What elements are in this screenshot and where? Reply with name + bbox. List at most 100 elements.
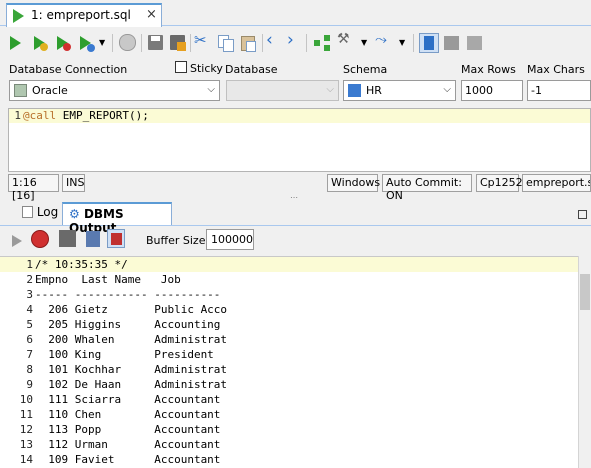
editor-tab-strip: 1: empreport.sql × bbox=[0, 0, 591, 27]
cut-icon[interactable]: ✂ bbox=[194, 31, 214, 51]
editor-tab-title: 1: empreport.sql bbox=[31, 8, 131, 22]
log-icon bbox=[22, 206, 33, 218]
dbms-output-icon[interactable] bbox=[419, 33, 439, 53]
tab-log[interactable]: Log bbox=[16, 202, 64, 225]
stop-icon[interactable] bbox=[118, 33, 138, 53]
sql-code[interactable]: @call EMP_REPORT(); bbox=[23, 109, 149, 123]
chevron-down-icon: ⌵ bbox=[207, 84, 215, 95]
output-line-number: 7 bbox=[26, 348, 33, 361]
max-rows-value: 1000 bbox=[465, 84, 493, 97]
database-icon bbox=[14, 84, 27, 97]
scrollbar-thumb[interactable] bbox=[580, 274, 590, 310]
run-menu-icon[interactable] bbox=[76, 33, 96, 53]
output-line: 11 110 Chen Accountant bbox=[0, 407, 578, 422]
copy-icon[interactable] bbox=[216, 33, 236, 53]
sql-editor[interactable]: 1 @call EMP_REPORT(); bbox=[8, 108, 591, 172]
output-line-number: 6 bbox=[26, 333, 33, 346]
debug-icon[interactable] bbox=[53, 33, 73, 53]
output-line: 12 113 Popp Accountant bbox=[0, 422, 578, 437]
output-line-text: 100 King President bbox=[35, 348, 214, 361]
line-endings[interactable]: Windows bbox=[327, 174, 380, 192]
dbms-output-area[interactable]: 1/* 10:35:35 */2 Empno Last Name Job 3 ----… bbox=[0, 256, 591, 468]
output-line-text: 206 Gietz Public Acco bbox=[35, 303, 228, 316]
chevron-down-icon: ⌵ bbox=[443, 84, 451, 95]
cursor-position: 1:16 [16] bbox=[8, 174, 59, 202]
output-line-number: 1 bbox=[26, 258, 33, 271]
format-dropdown-icon[interactable]: ▼ bbox=[399, 38, 419, 58]
output-line-number: 11 bbox=[19, 408, 33, 421]
sticky-checkbox[interactable] bbox=[175, 61, 187, 73]
splitter-grip[interactable]: ⋯ bbox=[290, 193, 298, 202]
tools-icon[interactable]: ⚒ bbox=[337, 31, 357, 51]
share-icon[interactable] bbox=[312, 33, 332, 53]
database-select[interactable]: ⌵ bbox=[226, 80, 339, 101]
output-line-number: 3 bbox=[26, 288, 33, 301]
output-line-number: 2 bbox=[26, 273, 33, 286]
output-line: 8 101 Kochhar Administrat bbox=[0, 362, 578, 377]
output-line-text: 102 De Haan Administrat bbox=[35, 378, 228, 391]
db-connection-select[interactable]: Oracle ⌵ bbox=[9, 80, 220, 101]
editor-tab-empreport[interactable]: 1: empreport.sql × bbox=[6, 3, 162, 27]
output-line: 6 200 Whalen Administrat bbox=[0, 332, 578, 347]
buffer-size-label: Buffer Size: bbox=[146, 234, 210, 247]
call-keyword: @call bbox=[23, 109, 57, 122]
output-line: 13 112 Urman Accountant bbox=[0, 437, 578, 452]
forward-icon[interactable]: › bbox=[287, 30, 307, 50]
encoding[interactable]: Cp1252 bbox=[476, 174, 523, 192]
save-as-icon[interactable] bbox=[168, 33, 188, 53]
back-icon[interactable]: ‹ bbox=[266, 30, 286, 50]
save-icon[interactable] bbox=[146, 33, 166, 53]
output-line-text: 113 Popp Accountant bbox=[35, 423, 221, 436]
output-line-number: 14 bbox=[19, 453, 33, 466]
database-label: Database bbox=[225, 63, 278, 76]
tab-dbms-output[interactable]: ⚙ DBMS Output bbox=[62, 202, 172, 235]
schema-select[interactable]: HR ⌵ bbox=[343, 80, 456, 101]
dropdown-arrow-icon[interactable]: ▼ bbox=[99, 38, 119, 58]
output-line-text: 101 Kochhar Administrat bbox=[35, 363, 228, 376]
output-line: 9 102 De Haan Administrat bbox=[0, 377, 578, 392]
format-icon[interactable]: ⤳ bbox=[375, 30, 395, 50]
max-chars-label: Max Chars bbox=[527, 63, 585, 76]
output-tab-strip: Log ⚙ DBMS Output bbox=[0, 202, 591, 235]
auto-commit-status[interactable]: Auto Commit: ON bbox=[382, 174, 472, 202]
output-line-number: 12 bbox=[19, 423, 33, 436]
output-line-number: 5 bbox=[26, 318, 33, 331]
panel-icon[interactable] bbox=[465, 33, 485, 53]
db-connection-label: Database Connection bbox=[9, 63, 128, 76]
line-number: 1 bbox=[14, 109, 21, 122]
grid-icon[interactable] bbox=[442, 33, 462, 53]
save-output-icon[interactable] bbox=[59, 230, 76, 247]
close-tab-icon[interactable]: × bbox=[146, 7, 157, 22]
output-line-text: 111 Sciarra Accountant bbox=[35, 393, 221, 406]
output-line: 7 100 King President bbox=[0, 347, 578, 362]
output-line-text: 205 Higgins Accounting bbox=[35, 318, 221, 331]
vertical-scrollbar[interactable] bbox=[578, 256, 591, 468]
clear-output-toggle-icon[interactable] bbox=[107, 229, 125, 248]
output-line-text: ----- ----------- ---------- bbox=[35, 288, 221, 301]
output-line-text: 110 Chen Accountant bbox=[35, 408, 221, 421]
output-line-number: 4 bbox=[26, 303, 33, 316]
sticky-label: Sticky bbox=[190, 62, 223, 75]
stop-icon[interactable] bbox=[31, 230, 49, 248]
output-line-number: 10 bbox=[19, 393, 33, 406]
paste-icon[interactable] bbox=[239, 33, 259, 53]
schema-value: HR bbox=[366, 84, 382, 97]
schema-icon bbox=[348, 84, 361, 97]
run-script-icon[interactable] bbox=[30, 33, 50, 53]
db-connection-value: Oracle bbox=[32, 84, 68, 97]
run-disabled-icon bbox=[12, 235, 22, 247]
maximize-icon[interactable] bbox=[578, 210, 587, 219]
max-rows-input[interactable]: 1000 bbox=[461, 80, 523, 101]
output-line: 5 205 Higgins Accounting bbox=[0, 317, 578, 332]
main-toolbar: ▼ ✂ ‹ › ⚒ ▼ ⤳ ▼ bbox=[0, 28, 591, 58]
max-chars-input[interactable]: -1 bbox=[527, 80, 591, 101]
output-line-text: Empno Last Name Job bbox=[35, 273, 181, 286]
run-statement-icon[interactable] bbox=[6, 33, 26, 53]
clear-icon[interactable] bbox=[86, 231, 100, 247]
max-rows-label: Max Rows bbox=[461, 63, 516, 76]
buffer-size-input[interactable]: 100000 bbox=[206, 229, 254, 250]
output-line: 1/* 10:35:35 */ bbox=[0, 257, 578, 272]
file-name: empreport.sql bbox=[522, 174, 591, 192]
insert-mode: INS bbox=[62, 174, 85, 192]
call-statement: EMP_REPORT(); bbox=[56, 109, 149, 122]
